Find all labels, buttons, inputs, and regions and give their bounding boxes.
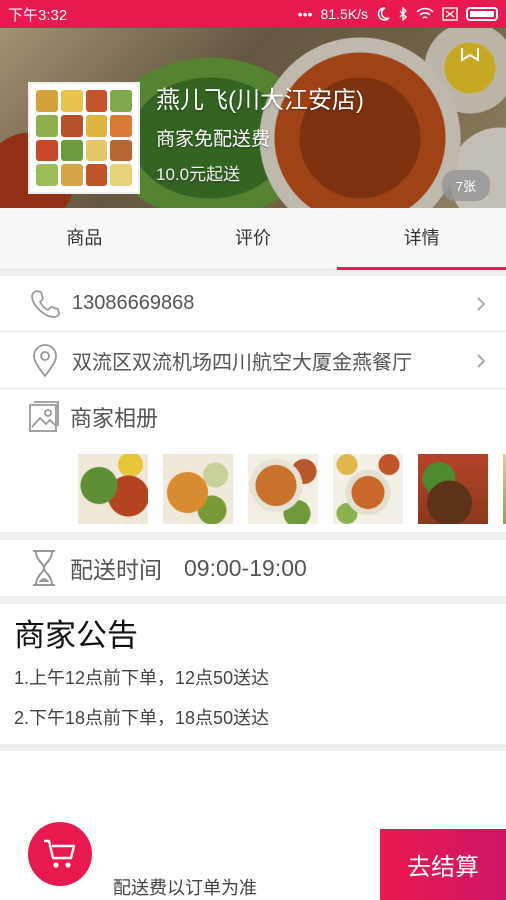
tab-products[interactable]: 商品 <box>0 208 169 269</box>
tab-details[interactable]: 详情 <box>337 208 506 270</box>
delivery-fee-label: 商家免配送费 <box>156 129 271 150</box>
shop-logo <box>28 82 140 194</box>
tab-reviews[interactable]: 评价 <box>169 208 338 269</box>
shop-address: 双流区双流机场四川航空大厦金燕餐厅 <box>72 352 412 374</box>
shop-info: 燕儿飞(川大江安店) 商家免配送费 10.0元起送 <box>156 84 364 188</box>
album-thumbnails <box>78 454 506 524</box>
more-dots-icon: ••• <box>297 6 313 22</box>
shop-name: 燕儿飞(川大江安店) <box>156 87 364 114</box>
cart-button[interactable] <box>28 822 92 886</box>
album-photo[interactable] <box>248 454 318 524</box>
shop-banner[interactable]: 燕儿飞(川大江安店) 商家免配送费 10.0元起送 7张 <box>0 28 506 208</box>
delivery-time-label: 配送时间 <box>70 557 162 583</box>
photo-count-badge[interactable]: 7张 <box>441 170 490 201</box>
delivery-time-value: 09:00-19:00 <box>184 554 307 581</box>
divider <box>0 744 506 751</box>
wifi-icon <box>416 7 434 19</box>
shop-album: 商家相册 <box>0 392 506 532</box>
bookmark-icon[interactable] <box>460 48 480 62</box>
network-speed: 81.5K/s <box>320 6 368 22</box>
divider <box>0 596 506 604</box>
shopping-cart-icon <box>44 839 76 868</box>
bluetooth-icon <box>399 7 407 21</box>
hourglass-icon <box>33 550 55 586</box>
chevron-right-icon <box>477 296 486 311</box>
divider <box>0 532 506 540</box>
album-photo[interactable] <box>163 454 233 524</box>
notice-line: 2.下午18点前下单，18点50送达 <box>14 708 270 728</box>
album-title: 商家相册 <box>70 406 159 431</box>
status-icons: ••• 81.5K/s <box>298 6 498 22</box>
shop-notice: 商家公告 1.上午12点前下单，12点50送达 2.下午18点前下单，18点50… <box>0 604 506 744</box>
sim-icon <box>442 7 458 21</box>
location-pin-icon <box>28 343 62 378</box>
chevron-right-icon <box>477 353 486 368</box>
phone-row[interactable]: 13086669868 <box>0 276 506 332</box>
notice-line: 1.上午12点前下单，12点50送达 <box>14 668 270 688</box>
status-bar: 下午3:32 ••• 81.5K/s <box>0 0 506 28</box>
album-icon <box>29 401 59 432</box>
delivery-time-row: 配送时间 09:00-19:00 <box>0 540 506 596</box>
status-time: 下午3:32 <box>8 6 68 24</box>
notice-title: 商家公告 <box>14 618 138 653</box>
min-order-label: 10.0元起送 <box>156 165 241 184</box>
moon-icon <box>377 7 390 21</box>
phone-icon <box>28 287 62 321</box>
delivery-fee-note: 配送费以订单为准 <box>113 878 257 898</box>
album-photo[interactable] <box>418 454 488 524</box>
album-header: 商家相册 <box>28 400 158 434</box>
album-photo[interactable] <box>78 454 148 524</box>
address-row[interactable]: 双流区双流机场四川航空大厦金燕餐厅 <box>0 333 506 389</box>
tab-bar: 商品 评价 详情 <box>0 208 506 270</box>
phone-number: 13086669868 <box>72 292 195 314</box>
album-photo[interactable] <box>333 454 403 524</box>
checkout-button[interactable]: 去结算 <box>380 829 506 900</box>
battery-icon <box>466 7 498 21</box>
